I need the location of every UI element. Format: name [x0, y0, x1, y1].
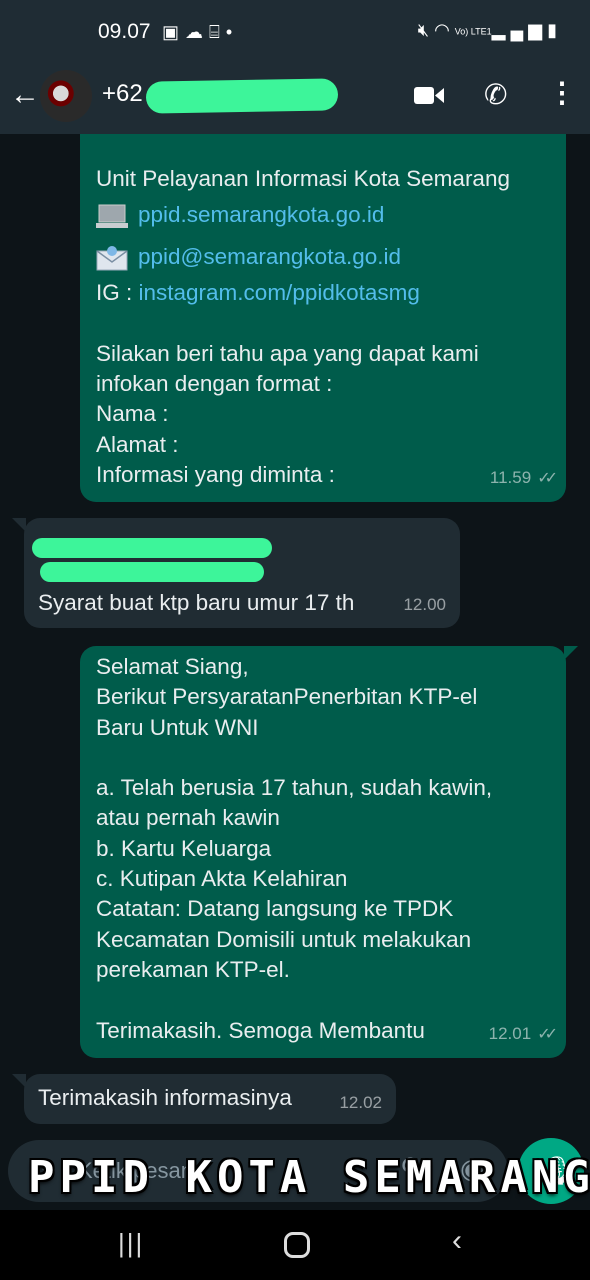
- battery-icon: ▮: [547, 20, 562, 40]
- message-line: Catatan: Datang langsung ke TPDK: [96, 896, 454, 922]
- incoming-message[interactable]: Syarat buat ktp baru umur 17 th 12.00: [24, 518, 460, 628]
- outgoing-message[interactable]: Unit Pelayanan Informasi Kota Semarang p…: [80, 134, 566, 502]
- message-line: b. Kartu Keluarga: [96, 835, 272, 861]
- message-line-website: ppid.semarangkota.go.id: [96, 194, 552, 236]
- video-call-icon[interactable]: [414, 85, 444, 106]
- lte-icon: Vo) LTE1: [454, 26, 492, 37]
- read-receipt-icon: ✓✓: [537, 1025, 558, 1043]
- redaction-mark: [40, 562, 264, 582]
- chat-header: ← +62 ✆ ⋮: [0, 66, 590, 134]
- message-meta: 12.01 ✓✓: [488, 1019, 558, 1050]
- message-line: Terimakasih informasinya: [38, 1085, 292, 1110]
- message-line: Alamat :: [96, 431, 179, 457]
- email-link[interactable]: ppid@semarangkota.go.id: [138, 244, 401, 269]
- message-line-instagram: IG : instagram.com/ppidkotasmg: [96, 278, 552, 308]
- message-time: 11.59: [489, 467, 532, 487]
- message-line-email: ppid@semarangkota.go.id: [96, 236, 552, 278]
- nav-back-icon[interactable]: ‹: [452, 1224, 462, 1258]
- message-line: Informasi yang diminta :: [96, 462, 335, 488]
- message-time: 12.01: [488, 1023, 532, 1043]
- redaction-mark: [145, 78, 339, 114]
- read-receipt-icon: ✓✓: [537, 469, 558, 487]
- status-bar: 09.07 ▣☁⌸• 🔇︎◠Vo) LTE1▂▄▆▮: [0, 0, 590, 66]
- message-time: 12.02: [339, 1092, 382, 1112]
- laptop-icon: [96, 204, 128, 229]
- back-arrow-icon[interactable]: ←: [10, 78, 40, 112]
- message-line: Unit Pelayanan Informasi Kota Semarang: [96, 166, 510, 191]
- message-line: Selamat Siang,: [96, 654, 249, 679]
- system-nav-bar: ||| ‹: [0, 1210, 590, 1280]
- message-meta: 11.59 ✓✓: [489, 463, 558, 494]
- instagram-label: IG :: [96, 280, 139, 306]
- status-notification-icons: ▣☁⌸•: [162, 22, 238, 43]
- chat-area[interactable]: Unit Pelayanan Informasi Kota Semarang p…: [0, 134, 590, 1210]
- message-line: Terimakasih. Semoga Membantu: [96, 1017, 425, 1043]
- redaction-mark: [32, 538, 272, 558]
- outgoing-message[interactable]: Selamat Siang, Berikut PersyaratanPenerb…: [80, 646, 566, 1058]
- message-line: Baru Untuk WNI: [96, 714, 259, 740]
- email-icon: [96, 246, 128, 271]
- message-line: Nama :: [96, 401, 169, 427]
- recents-icon[interactable]: |||: [118, 1228, 144, 1259]
- message-line: Kecamatan Domisili untuk melakukan: [96, 926, 472, 952]
- message-line: atau pernah kawin: [96, 805, 280, 831]
- home-icon[interactable]: [284, 1232, 310, 1258]
- signal-icon: ▂▄▆: [491, 20, 548, 40]
- overlay-caption: PPID KOTA SEMARANG: [28, 1152, 590, 1203]
- status-time: 09.07: [98, 20, 151, 43]
- dot-icon: •: [225, 22, 239, 42]
- message-line: c. Kutipan Akta Kelahiran: [96, 866, 348, 892]
- status-system-icons: 🔇︎◠Vo) LTE1▂▄▆▮: [418, 20, 562, 41]
- message-line: a. Telah berusia 17 tahun, sudah kawin,: [96, 775, 493, 801]
- gallery-icon: ▣: [162, 22, 186, 42]
- wifi-icon: ◠: [434, 20, 455, 40]
- avatar[interactable]: [40, 70, 92, 122]
- incoming-message[interactable]: Terimakasih informasinya 12.02: [24, 1074, 396, 1124]
- message-time: 12.00: [403, 594, 446, 614]
- contact-name[interactable]: +62: [102, 80, 143, 108]
- message-line: perekaman KTP-el.: [96, 956, 290, 982]
- message-line: Syarat buat ktp baru umur 17 th: [38, 590, 355, 615]
- message-line: infokan dengan format :: [96, 371, 333, 397]
- more-options-icon[interactable]: ⋮: [548, 76, 576, 109]
- message-line: Berikut PersyaratanPenerbitan KTP-el: [96, 684, 478, 710]
- website-link[interactable]: ppid.semarangkota.go.id: [138, 202, 384, 227]
- gift-icon: ⌸: [209, 22, 226, 42]
- cloud-icon: ☁: [185, 22, 210, 42]
- voice-call-icon[interactable]: ✆: [484, 78, 507, 111]
- bubble-tail: [564, 646, 578, 660]
- message-line: Silakan beri tahu apa yang dapat kami: [96, 340, 479, 366]
- mute-icon: 🔇︎: [417, 20, 435, 40]
- instagram-link[interactable]: instagram.com/ppidkotasmg: [139, 280, 420, 305]
